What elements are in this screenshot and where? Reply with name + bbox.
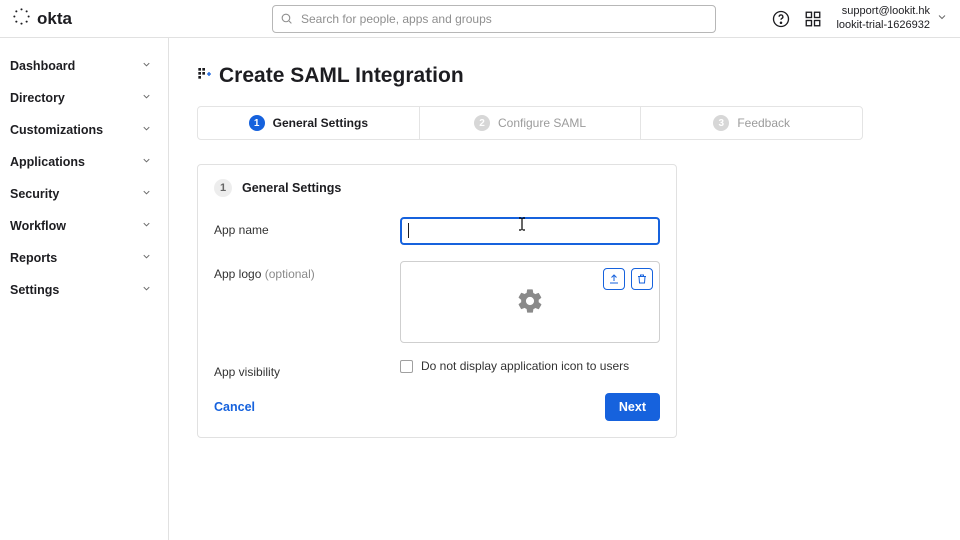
chevron-down-icon	[141, 251, 152, 265]
panel-footer: Cancel Next	[214, 393, 660, 421]
app-logo-row: App logo (optional)	[214, 261, 660, 343]
user-text: support@lookit.hk lookit-trial-1626932	[836, 5, 930, 33]
apps-grid-icon[interactable]	[804, 10, 822, 28]
search-wrapper	[272, 5, 716, 33]
cancel-button[interactable]: Cancel	[214, 400, 255, 414]
chevron-down-icon	[141, 187, 152, 201]
chevron-down-icon	[141, 59, 152, 73]
sidebar-item-label: Settings	[10, 283, 59, 297]
app-visibility-checkbox[interactable]	[400, 360, 413, 373]
page-title-text: Create SAML Integration	[219, 64, 464, 88]
wizard-step-feedback[interactable]: 3 Feedback	[641, 107, 862, 139]
topbar: okta support@lookit.hk lookit-trial-1626…	[0, 0, 960, 38]
app-visibility-row: App visibility Do not display applicatio…	[214, 359, 660, 379]
step-number: 2	[474, 115, 490, 131]
help-icon[interactable]	[772, 10, 790, 28]
okta-aura-icon	[12, 7, 31, 31]
sidebar-item-reports[interactable]: Reports	[0, 242, 168, 274]
topbar-right: support@lookit.hk lookit-trial-1626932	[772, 5, 948, 33]
wizard-step-configure-saml[interactable]: 2 Configure SAML	[420, 107, 642, 139]
chevron-down-icon	[936, 11, 948, 26]
app-name-input[interactable]	[400, 217, 660, 245]
app-logo-dropzone[interactable]	[400, 261, 660, 343]
sidebar-item-label: Applications	[10, 155, 85, 169]
sidebar-item-label: Directory	[10, 91, 65, 105]
step-number: 3	[713, 115, 729, 131]
sidebar-item-label: Security	[10, 187, 59, 201]
sidebar-item-security[interactable]: Security	[0, 178, 168, 210]
sidebar-item-label: Customizations	[10, 123, 103, 137]
sidebar-item-directory[interactable]: Directory	[0, 82, 168, 114]
brand-name: okta	[37, 9, 72, 29]
placeholder-gear-icon	[516, 287, 544, 318]
user-menu[interactable]: support@lookit.hk lookit-trial-1626932	[836, 5, 948, 33]
app-logo-label: App logo (optional)	[214, 261, 400, 281]
text-caret	[408, 223, 409, 238]
search-input[interactable]	[272, 5, 716, 33]
app-visibility-option-label: Do not display application icon to users	[421, 359, 629, 373]
sidebar-item-label: Dashboard	[10, 59, 75, 73]
sidebar-item-dashboard[interactable]: Dashboard	[0, 50, 168, 82]
app-visibility-label: App visibility	[214, 359, 400, 379]
wizard-stepper: 1 General Settings 2 Configure SAML 3 Fe…	[197, 106, 863, 140]
sidebar-item-label: Reports	[10, 251, 57, 265]
wizard-step-general-settings[interactable]: 1 General Settings	[198, 107, 420, 139]
user-email: support@lookit.hk	[836, 5, 930, 19]
sidebar-item-settings[interactable]: Settings	[0, 274, 168, 306]
chevron-down-icon	[141, 123, 152, 137]
sidebar-item-applications[interactable]: Applications	[0, 146, 168, 178]
app-integration-icon	[197, 64, 213, 88]
step-label: Configure SAML	[498, 116, 586, 130]
main-content: Create SAML Integration 1 General Settin…	[169, 38, 960, 540]
delete-logo-button[interactable]	[631, 268, 653, 290]
panel-header: 1 General Settings	[214, 179, 660, 197]
general-settings-panel: 1 General Settings App name App logo (op…	[197, 164, 677, 438]
sidebar-item-workflow[interactable]: Workflow	[0, 210, 168, 242]
chevron-down-icon	[141, 91, 152, 105]
sidebar: Dashboard Directory Customizations Appli…	[0, 38, 169, 540]
search-icon	[280, 12, 293, 28]
panel-title: General Settings	[242, 181, 341, 195]
brand-logo[interactable]: okta	[12, 7, 72, 31]
app-logo-hint: (optional)	[265, 267, 315, 281]
next-button[interactable]: Next	[605, 393, 660, 421]
chevron-down-icon	[141, 219, 152, 233]
chevron-down-icon	[141, 283, 152, 297]
sidebar-item-label: Workflow	[10, 219, 66, 233]
step-number: 1	[249, 115, 265, 131]
step-label: Feedback	[737, 116, 790, 130]
panel-step-number: 1	[214, 179, 232, 197]
app-name-row: App name	[214, 217, 660, 245]
upload-logo-button[interactable]	[603, 268, 625, 290]
chevron-down-icon	[141, 155, 152, 169]
step-label: General Settings	[273, 116, 368, 130]
page-title: Create SAML Integration	[197, 64, 932, 88]
app-logo-label-text: App logo	[214, 267, 261, 281]
app-name-label: App name	[214, 217, 400, 237]
sidebar-item-customizations[interactable]: Customizations	[0, 114, 168, 146]
user-tenant: lookit-trial-1626932	[836, 19, 930, 33]
